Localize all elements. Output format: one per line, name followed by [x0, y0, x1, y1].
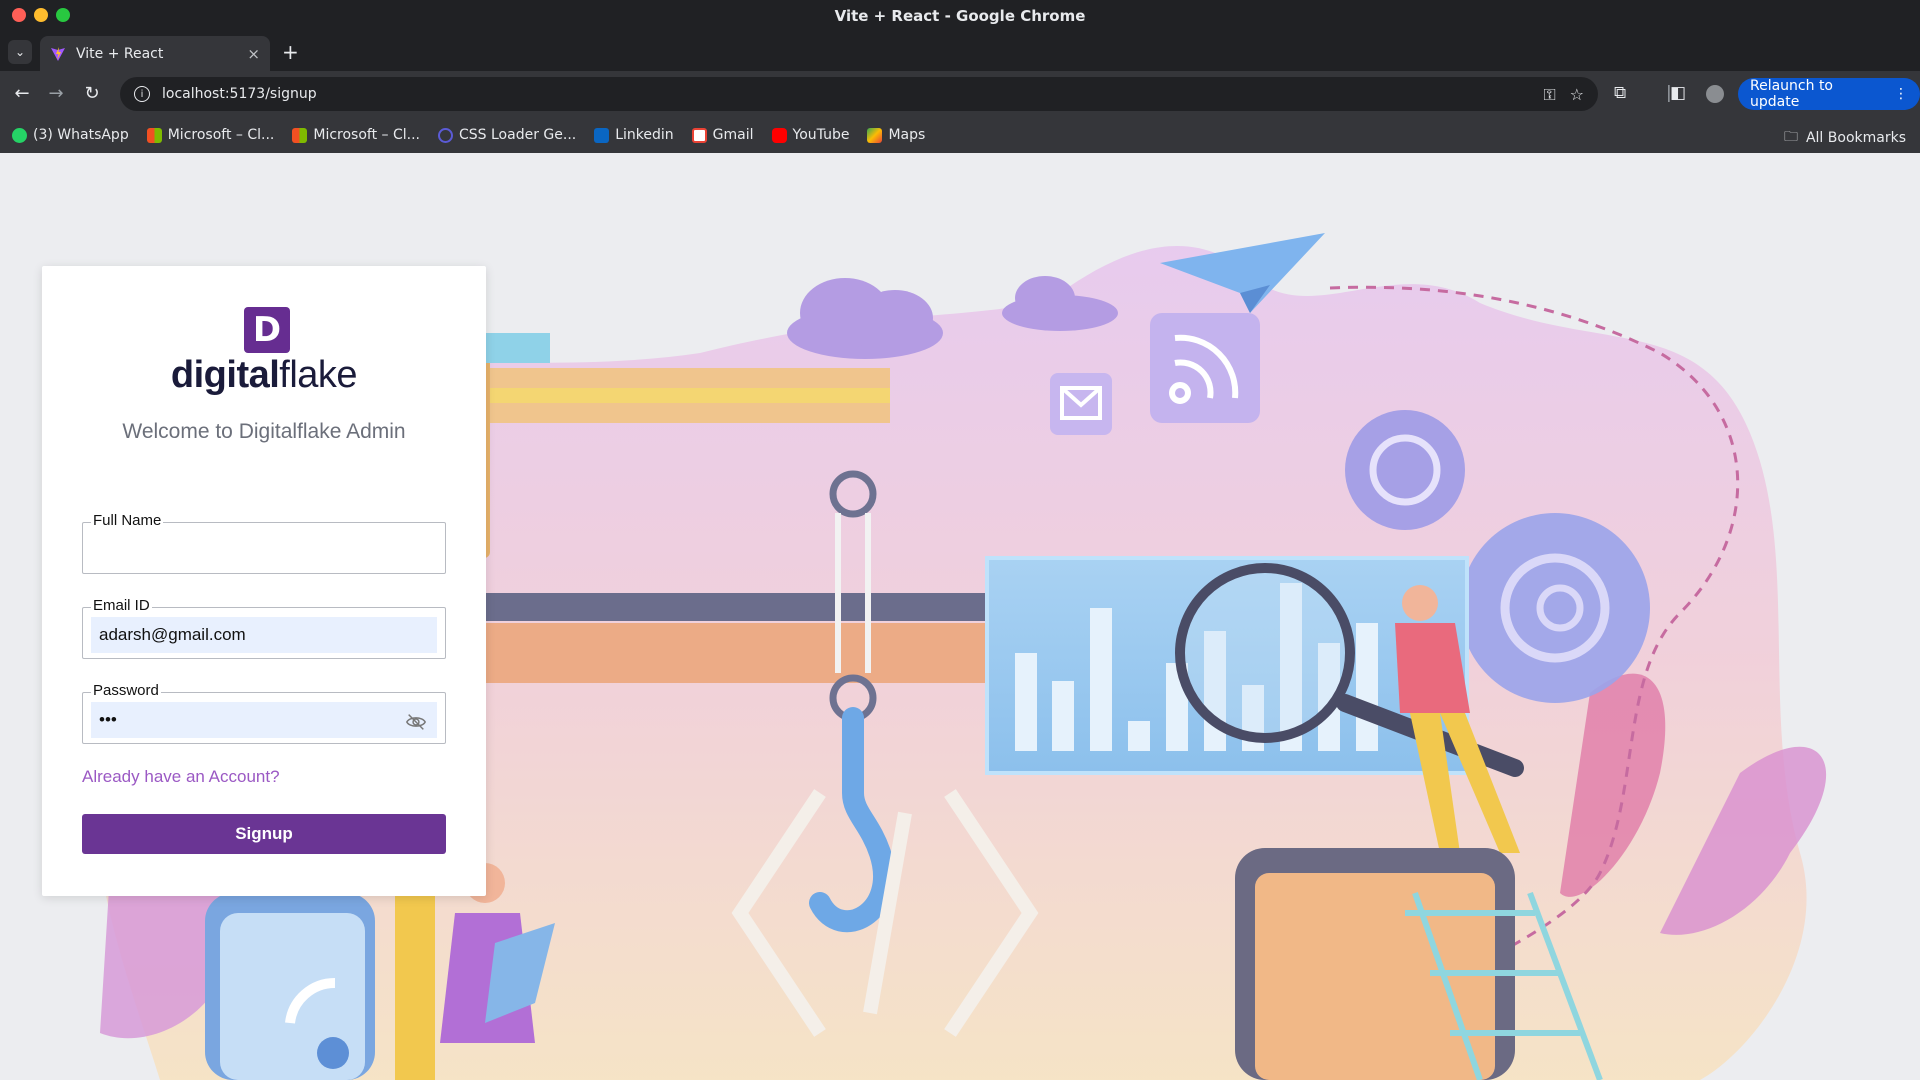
back-icon[interactable]: ← [10, 83, 34, 104]
password-label: Password [91, 682, 161, 699]
window-title: Vite + React - Google Chrome [834, 7, 1086, 25]
close-window-button[interactable] [12, 8, 26, 22]
bookmark-microsoft-1[interactable]: Microsoft – Cl... [146, 127, 274, 143]
email-field[interactable]: Email ID adarsh@gmail.com [82, 597, 446, 659]
tab-search-chevron-icon[interactable]: ⌄ [8, 40, 32, 64]
bookmark-gmail[interactable]: Gmail [691, 127, 754, 143]
tab-vite-react[interactable]: Vite + React × [40, 36, 270, 71]
url-text[interactable]: localhost:5173/signup [162, 86, 317, 102]
email-input[interactable]: adarsh@gmail.com [91, 617, 437, 653]
browser-toolbar: ← → ↻ i localhost:5173/signup ⚿ ☆ ⧉ | ◧ … [0, 71, 1920, 117]
bookmark-star-icon[interactable]: ☆ [1570, 85, 1584, 105]
new-tab-button[interactable]: + [282, 40, 299, 64]
brand-name: digitalflake [42, 354, 486, 397]
vite-favicon-icon [51, 46, 65, 61]
window-controls [12, 8, 70, 22]
full-name-label: Full Name [91, 512, 164, 529]
bookmark-youtube[interactable]: YouTube [771, 127, 849, 143]
bookmark-maps[interactable]: Maps [867, 127, 925, 143]
microsoft-icon [292, 127, 308, 143]
page-content: D digitalflake Welcome to Digitalflake A… [0, 153, 1920, 1080]
tab-strip: ⌄ Vite + React × + [0, 32, 1920, 71]
bookmark-linkedin[interactable]: Linkedin [594, 127, 674, 143]
signup-card: D digitalflake Welcome to Digitalflake A… [42, 266, 486, 896]
all-bookmarks-button[interactable]: 🗀 All Bookmarks [1784, 126, 1906, 150]
password-key-icon[interactable]: ⚿ [1543, 85, 1555, 105]
bookmark-whatsapp[interactable]: (3) WhatsApp [12, 127, 129, 143]
maximize-window-button[interactable] [56, 8, 70, 22]
signup-button[interactable]: Signup [82, 814, 446, 854]
window-title-bar: Vite + React - Google Chrome [0, 0, 1920, 32]
forward-icon[interactable]: → [44, 83, 68, 104]
password-field[interactable]: Password ••• [82, 682, 446, 744]
already-have-account-link[interactable]: Already have an Account? [82, 767, 280, 787]
more-options-icon[interactable]: ⋮ [1894, 86, 1908, 102]
email-label: Email ID [91, 597, 152, 614]
css-loader-icon [438, 127, 453, 143]
welcome-heading: Welcome to Digitalflake Admin [122, 420, 406, 443]
site-info-icon[interactable]: i [134, 86, 150, 102]
brand-name-light: flake [279, 354, 358, 396]
brand-name-bold: digital [170, 354, 280, 396]
tab-close-icon[interactable]: × [247, 45, 260, 63]
extensions-icon[interactable]: ⧉ [1614, 83, 1626, 103]
whatsapp-icon [12, 127, 27, 143]
password-value: ••• [99, 710, 117, 729]
tab-title: Vite + React [76, 45, 164, 62]
microsoft-icon [146, 127, 162, 143]
bookmark-microsoft-2[interactable]: Microsoft – Cl... [292, 127, 420, 143]
relaunch-label: Relaunch to update [1750, 78, 1834, 110]
side-panel-icon[interactable]: ◧ [1670, 83, 1686, 103]
address-bar[interactable]: i localhost:5173/signup ⚿ ☆ [120, 77, 1598, 111]
reload-icon[interactable]: ↻ [80, 83, 104, 104]
digitalflake-logo-icon: D [244, 307, 290, 353]
gmail-icon [691, 127, 707, 143]
password-input[interactable]: ••• [91, 702, 437, 738]
profile-avatar[interactable] [1706, 85, 1724, 103]
bookmarks-bar: (3) WhatsApp Microsoft – Cl... Microsoft… [0, 117, 1920, 153]
relaunch-button[interactable]: Relaunch to update ⋮ [1738, 78, 1920, 110]
minimize-window-button[interactable] [34, 8, 48, 22]
youtube-icon [771, 127, 787, 143]
linkedin-icon [594, 127, 610, 143]
eye-off-icon[interactable] [405, 711, 427, 733]
maps-icon [867, 127, 883, 143]
full-name-field[interactable]: Full Name [82, 512, 446, 574]
full-name-input[interactable] [91, 532, 437, 568]
folder-icon: 🗀 [1783, 129, 1798, 145]
bookmark-css-loader[interactable]: CSS Loader Ge... [438, 127, 576, 143]
